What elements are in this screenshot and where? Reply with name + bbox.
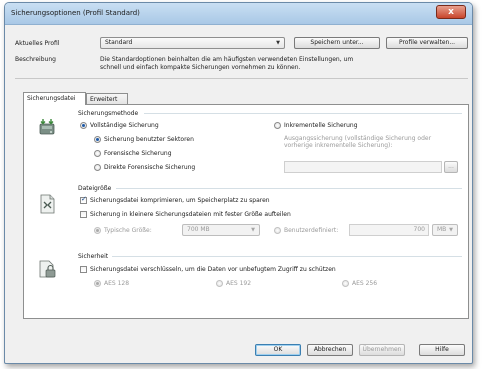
aes256-label: AES 256 bbox=[352, 280, 378, 287]
security-group-line bbox=[112, 256, 462, 257]
incremental-radio[interactable] bbox=[274, 122, 281, 129]
typical-size-value: 700 MB bbox=[187, 226, 210, 233]
custom-size-radio[interactable] bbox=[274, 227, 281, 234]
encrypt-label: Sicherungsdatei verschlüsseln, um die Da… bbox=[90, 266, 336, 273]
full-backup-radio[interactable] bbox=[80, 122, 87, 129]
backup-options-window: Sicherungsoptionen (Profil Standard) x A… bbox=[4, 2, 473, 364]
custom-size-input[interactable]: 700 bbox=[349, 224, 429, 236]
split-checkbox[interactable] bbox=[80, 211, 87, 218]
source-backup-input[interactable] bbox=[284, 161, 442, 173]
custom-unit-value: MB bbox=[437, 226, 447, 233]
ok-button[interactable]: OK bbox=[255, 344, 301, 356]
browse-button[interactable]: ... bbox=[444, 161, 458, 173]
forensic-radio[interactable] bbox=[94, 150, 101, 157]
chevron-down-icon: ▼ bbox=[449, 227, 453, 233]
header-separator bbox=[15, 78, 468, 79]
aes192-label: AES 192 bbox=[226, 280, 252, 287]
tab-backup-file[interactable]: Sicherungsdatei bbox=[23, 92, 86, 105]
incremental-label: Inkrementelle Sicherung bbox=[284, 122, 358, 129]
profile-select[interactable]: Standard ▼ bbox=[100, 37, 285, 49]
full-backup-label: Vollständige Sicherung bbox=[90, 122, 159, 129]
compress-checkbox[interactable] bbox=[80, 195, 87, 204]
typical-size-label: Typische Größe: bbox=[104, 227, 152, 234]
aes128-label: AES 128 bbox=[104, 280, 130, 287]
description-text-line2: schnell und einfach kompakte Sicherungen… bbox=[100, 64, 301, 71]
custom-size-label: Benutzerdefiniert: bbox=[284, 227, 339, 234]
apply-button[interactable]: Übernehmen bbox=[359, 344, 405, 356]
split-label: Sicherung in kleinere Sicherungsdateien … bbox=[90, 211, 291, 218]
used-sectors-label: Sicherung benutzter Sektoren bbox=[104, 136, 194, 143]
chevron-down-icon: ▼ bbox=[251, 227, 255, 233]
method-group-title: Sicherungsmethode bbox=[78, 110, 142, 117]
cancel-button[interactable]: Abbrechen bbox=[307, 344, 353, 356]
description-text-line1: Die Standardoptionen beinhalten die am h… bbox=[100, 56, 354, 63]
compress-label: Sicherungsdatei komprimieren, um Speiche… bbox=[90, 197, 270, 204]
disk-arrow-icon bbox=[36, 117, 58, 139]
title-bar[interactable]: Sicherungsoptionen (Profil Standard) x bbox=[5, 3, 472, 25]
manage-profiles-button[interactable]: Profile verwalten... bbox=[386, 37, 468, 49]
lock-document-icon bbox=[36, 258, 58, 280]
tab-panel: Sicherungsmethode Vollständige Sicherung… bbox=[23, 104, 469, 319]
close-button[interactable]: x bbox=[436, 5, 466, 19]
direct-forensic-radio[interactable] bbox=[94, 164, 101, 171]
source-hint-line1: Ausgangssicherung (vollständige Sicherun… bbox=[284, 135, 432, 142]
custom-unit-select[interactable]: MB ▼ bbox=[432, 224, 458, 236]
method-group-line bbox=[144, 113, 462, 114]
forensic-label: Forensische Sicherung bbox=[104, 150, 172, 157]
help-button[interactable]: Hilfe bbox=[419, 344, 465, 356]
aes128-radio[interactable] bbox=[94, 280, 101, 287]
encrypt-checkbox[interactable] bbox=[80, 266, 87, 273]
aes192-radio[interactable] bbox=[216, 280, 223, 287]
filesize-group-line bbox=[116, 188, 462, 189]
source-hint-line2: vorherige inkrementelle Sicherung): bbox=[284, 142, 393, 149]
aes256-radio[interactable] bbox=[342, 280, 349, 287]
chevron-down-icon: ▼ bbox=[276, 40, 280, 46]
window-title: Sicherungsoptionen (Profil Standard) bbox=[11, 9, 140, 17]
close-icon: x bbox=[448, 7, 454, 17]
direct-forensic-label: Direkte Forensische Sicherung bbox=[104, 164, 196, 171]
profile-label: Aktuelles Profil bbox=[15, 40, 60, 47]
description-label: Beschreibung bbox=[15, 56, 56, 63]
file-compress-icon bbox=[36, 193, 58, 215]
filesize-group-title: Dateigröße bbox=[78, 185, 115, 192]
typical-size-select[interactable]: 700 MB ▼ bbox=[182, 224, 260, 236]
security-group-title: Sicherheit bbox=[78, 253, 112, 260]
used-sectors-radio[interactable] bbox=[94, 136, 101, 143]
typical-size-radio[interactable] bbox=[94, 227, 101, 234]
save-as-button[interactable]: Speichern unter... bbox=[294, 37, 380, 49]
profile-select-value: Standard bbox=[105, 39, 133, 46]
